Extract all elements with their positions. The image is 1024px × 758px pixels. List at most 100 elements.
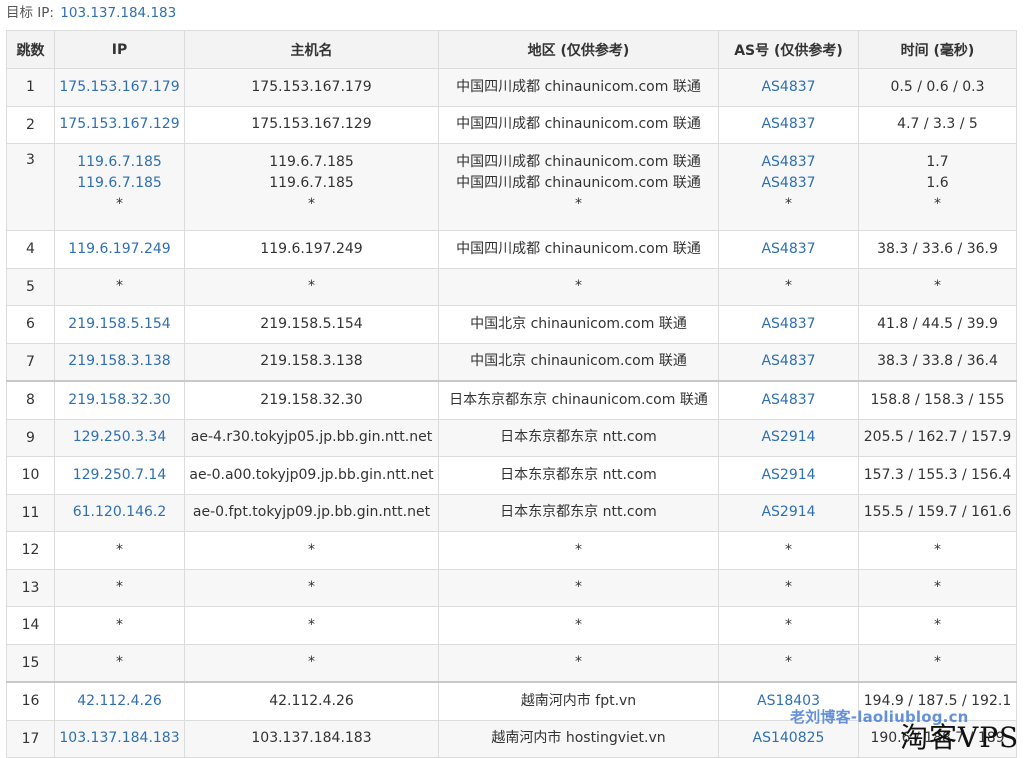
ip-link[interactable]: 219.158.32.30 — [59, 390, 180, 411]
table-row: 10 129.250.7.14 ae-0.a00.tokyjp09.jp.bb.gi… — [6, 456, 1017, 495]
region-text: 日本东京都东京 ntt.com — [500, 466, 657, 483]
ip-link[interactable]: 129.250.3.34 — [59, 427, 180, 448]
time-text: 155.5 / 159.7 / 161.6 — [863, 504, 1012, 521]
ip-link[interactable]: 119.6.7.185 — [59, 152, 180, 173]
asn-link[interactable]: AS4837 — [723, 152, 854, 173]
ip-cell: 175.153.167.179 — [54, 68, 185, 107]
table-body: 1 175.153.167.179 175.153.167.179 中国四川成都 ch… — [6, 68, 1017, 758]
ip-link[interactable]: 119.6.7.185 — [59, 173, 180, 194]
ip-link[interactable]: 61.120.146.2 — [59, 502, 180, 523]
hostname-cell: 219.158.3.138 — [184, 342, 439, 382]
hostname-text: ae-0.a00.tokyjp09.jp.bb.gin.ntt.net — [189, 466, 434, 483]
hop-cell: 11 — [6, 493, 55, 532]
hop-cell: 4 — [6, 230, 55, 269]
empty-marker: * — [934, 616, 941, 633]
ip-link[interactable]: 119.6.197.249 — [59, 239, 180, 260]
empty-marker: * — [575, 616, 582, 633]
time-cell: * — [858, 267, 1017, 306]
region-text: 中国四川成都 chinaunicom.com 联通 — [456, 240, 701, 257]
hostname-cell: * — [184, 267, 439, 306]
empty-marker: * — [116, 278, 123, 295]
ip-cell: * — [54, 267, 185, 306]
table-row: 9 129.250.3.34 ae-4.r30.tokyjp05.jp.bb.gin… — [6, 418, 1017, 457]
asn-cell: AS4837 — [718, 68, 859, 107]
region-text: 越南河内市 hostingviet.vn — [491, 730, 666, 747]
hop-cell: 6 — [6, 305, 55, 344]
region-text: 中国北京 chinaunicom.com 联通 — [470, 315, 687, 332]
time-cell: 205.5 / 162.7 / 157.9 — [858, 418, 1017, 457]
region-cell: 日本东京都东京 ntt.com — [438, 418, 719, 457]
header-ip: IP — [54, 30, 185, 69]
region-cell: * — [438, 267, 719, 306]
asn-cell: * — [718, 643, 859, 683]
empty-marker: * — [575, 579, 582, 596]
region-cell: 日本东京都东京 ntt.com — [438, 456, 719, 495]
time-cell: 1.7 1.6 * — [858, 143, 1017, 231]
table-row: 8 219.158.32.30 219.158.32.30 日本东京都东京 china… — [6, 380, 1017, 420]
ip-link[interactable]: 129.250.7.14 — [59, 465, 180, 486]
time-text: 38.3 / 33.8 / 36.4 — [877, 353, 998, 370]
header-hop: 跳数 — [6, 30, 55, 69]
region-cell: 中国四川成都 chinaunicom.com 联通 — [438, 105, 719, 144]
ip-cell: 42.112.4.26 — [54, 681, 185, 721]
region-cell: 中国四川成都 chinaunicom.com 联通 — [438, 230, 719, 269]
asn-cell: AS2914 — [718, 456, 859, 495]
region-cell: 中国四川成都 chinaunicom.com 联通 中国四川成都 chinauni… — [438, 143, 719, 231]
hostname-text: 119.6.7.185 — [269, 154, 354, 170]
empty-marker: * — [934, 541, 941, 558]
asn-link[interactable]: AS4837 — [723, 390, 854, 411]
asn-link[interactable]: AS4837 — [723, 114, 854, 135]
ip-link[interactable]: 175.153.167.129 — [59, 114, 180, 135]
hop-cell: 1 — [6, 68, 55, 107]
time-text: 205.5 / 162.7 / 157.9 — [863, 429, 1012, 446]
region-text: 中国四川成都 chinaunicom.com 联通 — [456, 154, 701, 170]
time-text: 1.6 — [926, 175, 949, 191]
hop-cell: 5 — [6, 267, 55, 306]
ip-link[interactable]: 103.137.184.183 — [59, 728, 180, 749]
asn-cell: AS2914 — [718, 418, 859, 457]
region-cell: 日本东京都东京 chinaunicom.com 联通 — [438, 380, 719, 420]
asn-link[interactable]: AS4837 — [723, 351, 854, 372]
hop-cell: 2 — [6, 105, 55, 144]
region-cell: * — [438, 643, 719, 683]
empty-marker: * — [308, 196, 315, 212]
ip-link[interactable]: 219.158.3.138 — [59, 351, 180, 372]
asn-link[interactable]: AS2914 — [723, 427, 854, 448]
asn-link[interactable]: AS4837 — [723, 239, 854, 260]
site-watermark: 淘客VPS — [900, 721, 1020, 754]
traceroute-table: 跳数 IP 主机名 地区 (仅供参考) AS号 (仅供参考) 时间 (毫秒) 1… — [6, 30, 1017, 758]
empty-marker: * — [116, 541, 123, 558]
table-row: 15 * * * * * — [6, 643, 1017, 683]
ip-link[interactable]: 42.112.4.26 — [59, 691, 180, 712]
ip-link[interactable]: 175.153.167.179 — [59, 77, 180, 98]
hostname-text: 219.158.3.138 — [260, 353, 363, 370]
asn-link[interactable]: AS2914 — [723, 465, 854, 486]
region-text: 日本东京都东京 ntt.com — [500, 504, 657, 521]
empty-marker: * — [308, 278, 315, 295]
ip-cell: * — [54, 643, 185, 683]
asn-link[interactable]: AS4837 — [723, 173, 854, 194]
asn-link[interactable]: AS4837 — [723, 77, 854, 98]
asn-link[interactable]: AS4837 — [723, 314, 854, 335]
asn-link[interactable]: AS140825 — [723, 728, 854, 749]
ip-cell: * — [54, 531, 185, 570]
hostname-cell: 119.6.197.249 — [184, 230, 439, 269]
hostname-cell: 42.112.4.26 — [184, 681, 439, 721]
time-text: 41.8 / 44.5 / 39.9 — [877, 315, 998, 332]
region-cell: * — [438, 531, 719, 570]
ip-link[interactable]: 219.158.5.154 — [59, 314, 180, 335]
table-row: 12 * * * * * — [6, 531, 1017, 570]
hostname-text: 42.112.4.26 — [269, 692, 354, 709]
table-row: 11 61.120.146.2 ae-0.fpt.tokyjp09.jp.bb.gi… — [6, 493, 1017, 532]
time-cell: 41.8 / 44.5 / 39.9 — [858, 305, 1017, 344]
time-text: 1.7 — [926, 154, 949, 170]
empty-marker: * — [934, 579, 941, 596]
ip-cell: 61.120.146.2 — [54, 493, 185, 532]
asn-link[interactable]: AS2914 — [723, 502, 854, 523]
table-row: 3 119.6.7.185 119.6.7.185 * 119.6.7.185 119.6… — [6, 143, 1017, 231]
asn-cell: AS4837 — [718, 380, 859, 420]
hostname-cell: 175.153.167.179 — [184, 68, 439, 107]
hop-cell: 3 — [6, 143, 55, 231]
time-cell: * — [858, 568, 1017, 607]
empty-marker: * — [116, 579, 123, 596]
